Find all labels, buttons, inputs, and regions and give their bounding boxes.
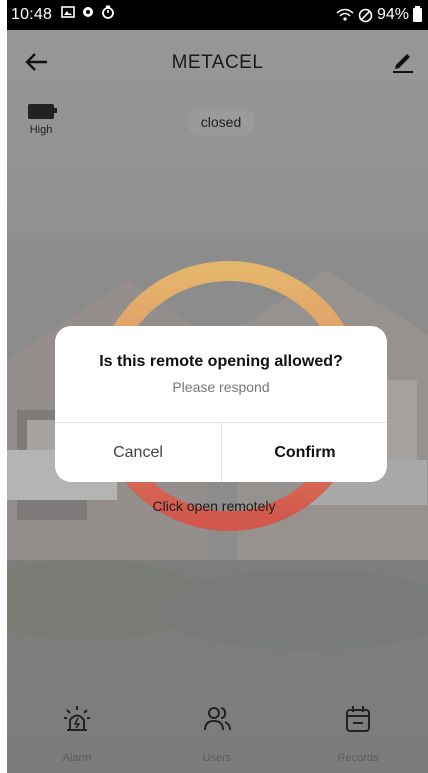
alarm-siren-icon [64,706,90,731]
calendar-icon [346,706,370,732]
page-title: METACEL [171,52,264,73]
remote-open-label[interactable]: Click open remotely [7,498,428,514]
users-icon [204,707,231,731]
status-bar: 10:48 94% [7,0,428,30]
tab-records[interactable]: Records [288,690,428,773]
settings-icon [83,7,93,17]
battery-icon [413,6,422,22]
battery-percent: 94% [376,6,409,23]
tab-users[interactable]: Users [147,690,287,773]
bottom-tab-bar: Alarm Users Records [7,690,428,773]
tab-records-label: Records [337,752,379,764]
door-state-badge: closed [187,108,255,136]
system-status: 94% [336,6,422,24]
status-time: 10:48 [11,6,53,23]
notification-icons [61,5,115,19]
dialog-message: Please respond [172,379,270,395]
header: METACEL [7,30,428,94]
do-not-disturb-icon [358,8,373,22]
confirm-dialog: Is this remote opening allowed? Please r… [55,326,387,482]
wifi-icon [336,8,354,21]
timer-icon [102,5,114,19]
screen: 10:48 94% METACEL High closed Click open… [0,0,428,773]
battery-level-label: High [29,124,53,136]
tab-alarm[interactable]: Alarm [7,690,147,773]
tab-users-label: Users [202,752,232,764]
device-battery: High [21,104,61,136]
tab-alarm-label: Alarm [62,752,92,764]
confirm-button[interactable]: Confirm [222,423,387,482]
image-icon [61,6,75,18]
cancel-button[interactable]: Cancel [55,423,221,482]
pencil-icon[interactable] [390,48,416,74]
dialog-title: Is this remote opening allowed? [99,353,343,370]
app-view: 10:48 94% METACEL High closed Click open… [7,0,428,773]
battery-level-icon [28,104,57,119]
